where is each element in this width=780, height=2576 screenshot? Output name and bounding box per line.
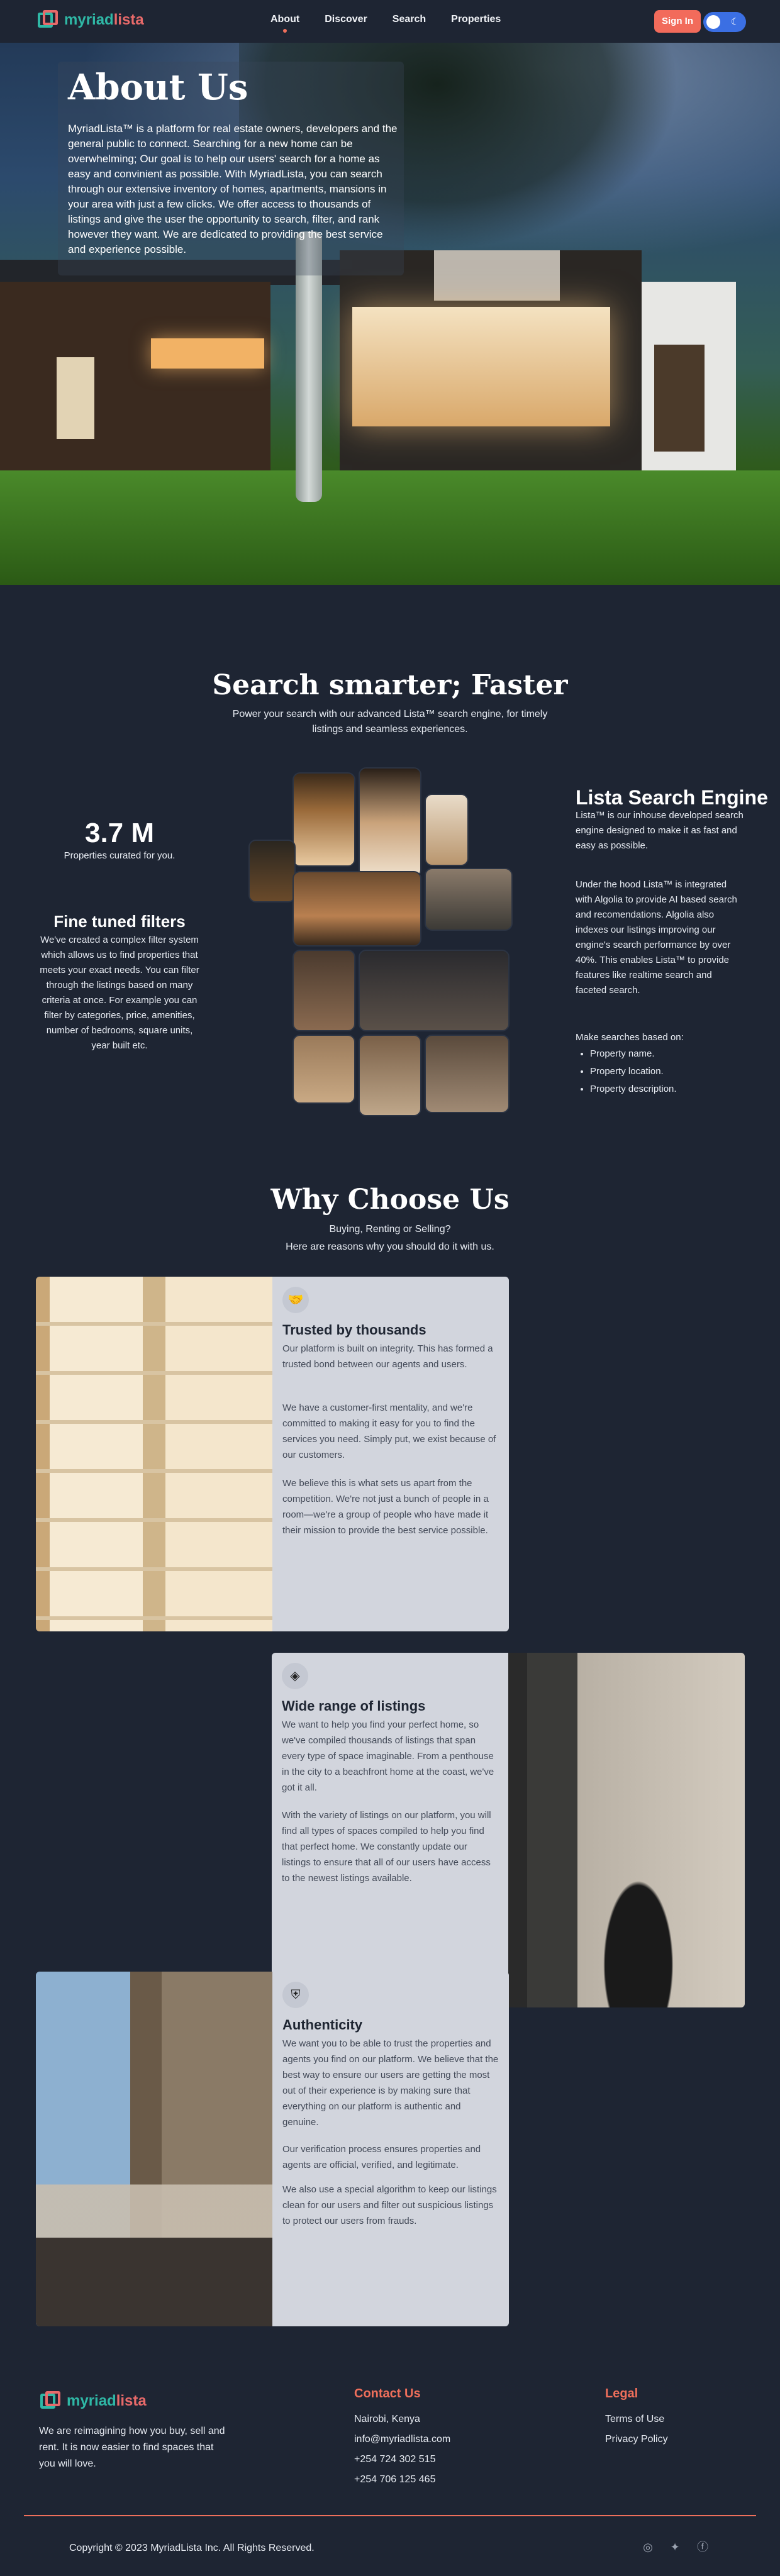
feature-paragraph: We want to help you find your perfect ho…	[282, 1719, 494, 1793]
footer-tagline: We are reimagining how you buy, sell and…	[39, 2426, 225, 2469]
logo-mark-icon	[39, 2390, 62, 2412]
lawn	[0, 470, 780, 585]
legal-heading: Legal	[605, 2387, 638, 2401]
list-item: Property description.	[590, 1080, 677, 1098]
feature-card-authenticity: ⛨ Authenticity We want you to be able to…	[36, 1972, 509, 2326]
living-room-image	[36, 1972, 272, 2326]
properties-count: 3.7 M	[84, 818, 155, 848]
nav-link-search[interactable]: Search	[393, 14, 426, 25]
search-section-subtitle: Power your search with our advanced List…	[232, 709, 548, 735]
twitter-icon[interactable]: ✦	[667, 2540, 682, 2555]
site-logo[interactable]: myriadlista	[36, 9, 144, 31]
feature-title: Trusted by thousands	[282, 1322, 426, 1338]
page-title: About Us	[68, 67, 248, 108]
interior-mosaic-image	[248, 767, 513, 1119]
search-section-title: Search smarter; Faster	[212, 669, 568, 701]
terms-of-use-link[interactable]: Terms of Use	[605, 2414, 664, 2425]
bathroom-image	[508, 1653, 745, 2007]
search-criteria-label: Make searches based on:	[576, 1032, 684, 1043]
theme-toggle[interactable]: ☾	[703, 12, 746, 32]
filters-description: We've created a complex filter system wh…	[40, 935, 199, 1051]
facebook-icon[interactable]: ⓕ	[695, 2540, 710, 2555]
footer-logo[interactable]: myriadlista	[39, 2390, 147, 2412]
search-engine-title: Lista Search Engine	[576, 786, 768, 809]
why-choose-us-title: Why Choose Us	[270, 1184, 510, 1216]
feature-paragraph: Our platform is built on integrity. This…	[282, 1343, 493, 1370]
feature-title: Authenticity	[282, 2017, 363, 2033]
copyright-text: Copyright © 2023 MyriadLista Inc. All Ri…	[69, 2543, 315, 2553]
feature-paragraph: With the variety of listings on our plat…	[282, 1810, 491, 1884]
feature-paragraph: We also use a special algorithm to keep …	[282, 2184, 497, 2226]
contact-email[interactable]: info@myriadlista.com	[354, 2434, 450, 2445]
feature-paragraph: We believe this is what sets us apart fr…	[282, 1478, 489, 1536]
contact-location: Nairobi, Kenya	[354, 2414, 420, 2424]
moon-icon: ☾	[730, 17, 740, 28]
why-choose-us-subtitle: Buying, Renting or Selling? Here are rea…	[286, 1224, 494, 1252]
feature-paragraph: We want you to be able to trust the prop…	[282, 2038, 499, 2128]
handshake-icon: 🤝	[282, 1287, 309, 1313]
shelves-image	[36, 1277, 272, 1631]
feature-text-panel: ⛨ Authenticity We want you to be able to…	[272, 1972, 509, 2326]
feature-title: Wide range of listings	[282, 1698, 426, 1714]
list-item: Property location.	[590, 1063, 677, 1080]
nav-link-discover[interactable]: Discover	[325, 14, 367, 25]
feature-paragraph: We have a customer-first mentality, and …	[282, 1402, 496, 1460]
footer-divider	[24, 2515, 756, 2516]
filters-title: Fine tuned filters	[53, 912, 186, 931]
feature-paragraph: Our verification process ensures propert…	[282, 2144, 481, 2170]
nav-links: About Discover Search Properties	[270, 14, 501, 33]
list-item: Property name.	[590, 1045, 677, 1063]
search-criteria-list: Property name. Property location. Proper…	[590, 1045, 677, 1098]
feature-card-listings: ◈ Wide range of listings We want to help…	[272, 1653, 745, 2007]
hero-description: MyriadLista™ is a platform for real esta…	[68, 123, 398, 255]
contact-phone-2[interactable]: +254 706 125 465	[354, 2474, 435, 2485]
logo-mark-icon	[36, 9, 59, 31]
top-navbar: myriadlista About Discover Search Proper…	[0, 0, 780, 43]
search-engine-details: Under the hood Lista™ is integrated with…	[576, 879, 737, 996]
search-engine-intro: Lista™ is our inhouse developed search e…	[576, 810, 744, 851]
toggle-knob	[706, 15, 720, 29]
properties-count-label: Properties curated for you.	[64, 850, 176, 861]
shield-icon: ⛨	[282, 1982, 309, 2008]
contact-phone-1[interactable]: +254 724 302 515	[354, 2454, 435, 2465]
contact-heading: Contact Us	[354, 2387, 421, 2401]
privacy-policy-link[interactable]: Privacy Policy	[605, 2434, 668, 2445]
sign-in-button[interactable]: Sign In	[654, 10, 701, 33]
nav-link-about[interactable]: About	[270, 14, 299, 33]
logo-wordmark: myriadlista	[67, 2392, 147, 2409]
feature-card-trusted: 🤝 Trusted by thousands Our platform is b…	[36, 1277, 509, 1631]
instagram-icon[interactable]: ◎	[640, 2540, 655, 2555]
nav-link-properties[interactable]: Properties	[451, 14, 501, 25]
logo-wordmark: myriadlista	[64, 11, 144, 28]
feature-text-panel: ◈ Wide range of listings We want to help…	[272, 1653, 508, 2007]
layers-icon: ◈	[282, 1663, 308, 1689]
feature-text-panel: 🤝 Trusted by thousands Our platform is b…	[272, 1277, 509, 1631]
